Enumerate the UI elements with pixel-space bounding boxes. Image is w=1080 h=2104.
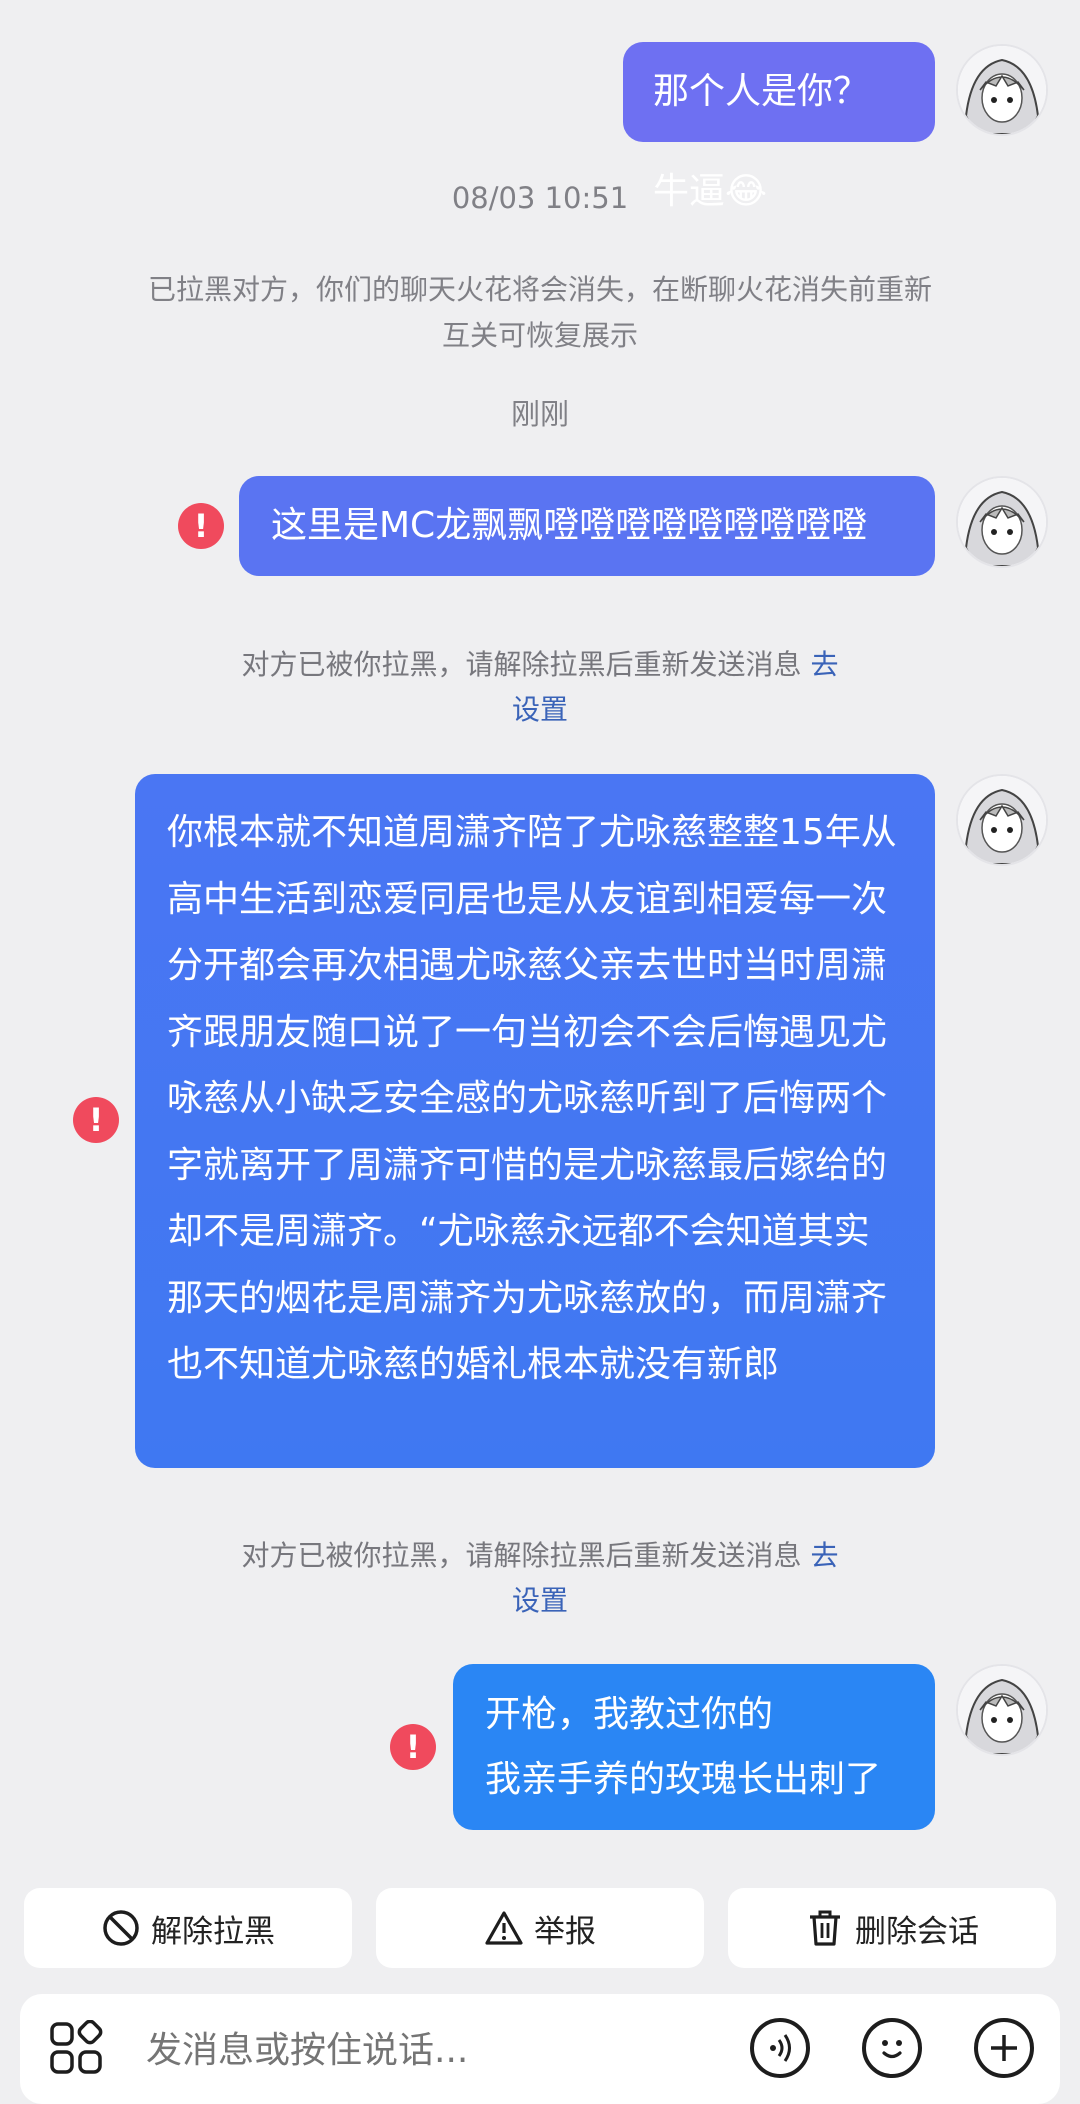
- message-text-line: 我亲手养的玫瑰长出刺了: [485, 1759, 882, 1800]
- message-bubble[interactable]: 开枪，我教过你的 我亲手养的玫瑰长出刺了: [453, 1664, 935, 1830]
- send-failed-icon[interactable]: !: [73, 1097, 119, 1143]
- block-notice-line: 互关可恢复展示: [441, 319, 638, 352]
- avatar-image: [958, 46, 1046, 134]
- notice-text: 对方已被你拉黑，请解除拉黑后重新发送消息: [241, 648, 811, 681]
- message-text: 这里是MC龙飘飘噔噔噔噔噔噔噔噔噔: [271, 505, 868, 546]
- delete-conversation-label: 删除会话: [855, 1913, 979, 1950]
- unblock-label: 解除拉黑: [151, 1913, 275, 1950]
- notice-text: 对方已被你拉黑，请解除拉黑后重新发送消息: [241, 1539, 811, 1572]
- avatar-image: [958, 776, 1046, 864]
- block-notice-line: 已拉黑对方，你们的聊天火花将会消失，在断聊火花消失前重新: [147, 273, 932, 306]
- go-settings-link[interactable]: 设置: [512, 693, 568, 726]
- avatar[interactable]: [956, 774, 1048, 866]
- go-settings-link[interactable]: 去: [810, 1539, 838, 1572]
- prohibit-icon: [103, 1910, 139, 1946]
- avatar-image: [958, 478, 1046, 566]
- message-text-line: 开枪，我教过你的: [485, 1694, 774, 1735]
- avatar[interactable]: [956, 1664, 1048, 1756]
- message-bubble[interactable]: 那个人是你？ 牛逼😂: [623, 42, 935, 212]
- send-failed-notice: 对方已被你拉黑，请解除拉黑后重新发送消息 去 设置: [225, 1533, 855, 1623]
- delete-conversation-button[interactable]: 删除会话: [728, 1888, 1056, 1968]
- go-settings-link[interactable]: 设置: [512, 1584, 568, 1617]
- warning-triangle-icon: [485, 1911, 523, 1945]
- send-failed-icon[interactable]: !: [178, 503, 224, 549]
- report-label: 举报: [534, 1913, 596, 1950]
- send-failed-notice: 对方已被你拉黑，请解除拉黑后重新发送消息 去 设置: [225, 642, 855, 732]
- time-label: 刚刚: [510, 397, 569, 431]
- message-bubble[interactable]: 这里是MC龙飘飘噔噔噔噔噔噔噔噔噔: [239, 476, 935, 576]
- apps-grid-icon[interactable]: [48, 2020, 104, 2076]
- emoji-face-icon[interactable]: [862, 2018, 922, 2078]
- message-timestamp: 08/03 10:51: [451, 181, 629, 215]
- trash-icon: [810, 1910, 840, 1946]
- voice-wave-icon[interactable]: [750, 2018, 810, 2078]
- message-input-bar: [20, 1994, 1060, 2104]
- avatar-image: [958, 1666, 1046, 1754]
- message-text: 你根本就不知道周潇齐陪了尤咏慈整整15年从高中生活到恋爱同居也是从友谊到相爱每一…: [167, 812, 897, 1385]
- avatar[interactable]: [956, 44, 1048, 136]
- message-bubble[interactable]: 你根本就不知道周潇齐陪了尤咏慈整整15年从高中生活到恋爱同居也是从友谊到相爱每一…: [135, 774, 935, 1468]
- unblock-button[interactable]: 解除拉黑: [24, 1888, 352, 1968]
- message-input[interactable]: [144, 2020, 728, 2080]
- go-settings-link[interactable]: 去: [810, 648, 838, 681]
- avatar[interactable]: [956, 476, 1048, 568]
- block-notice: 已拉黑对方，你们的聊天火花将会消失，在断聊火花消失前重新 互关可恢复展示: [0, 267, 1080, 359]
- send-failed-icon[interactable]: !: [390, 1724, 436, 1770]
- report-button[interactable]: 举报: [376, 1888, 704, 1968]
- plus-circle-icon[interactable]: [974, 2018, 1034, 2078]
